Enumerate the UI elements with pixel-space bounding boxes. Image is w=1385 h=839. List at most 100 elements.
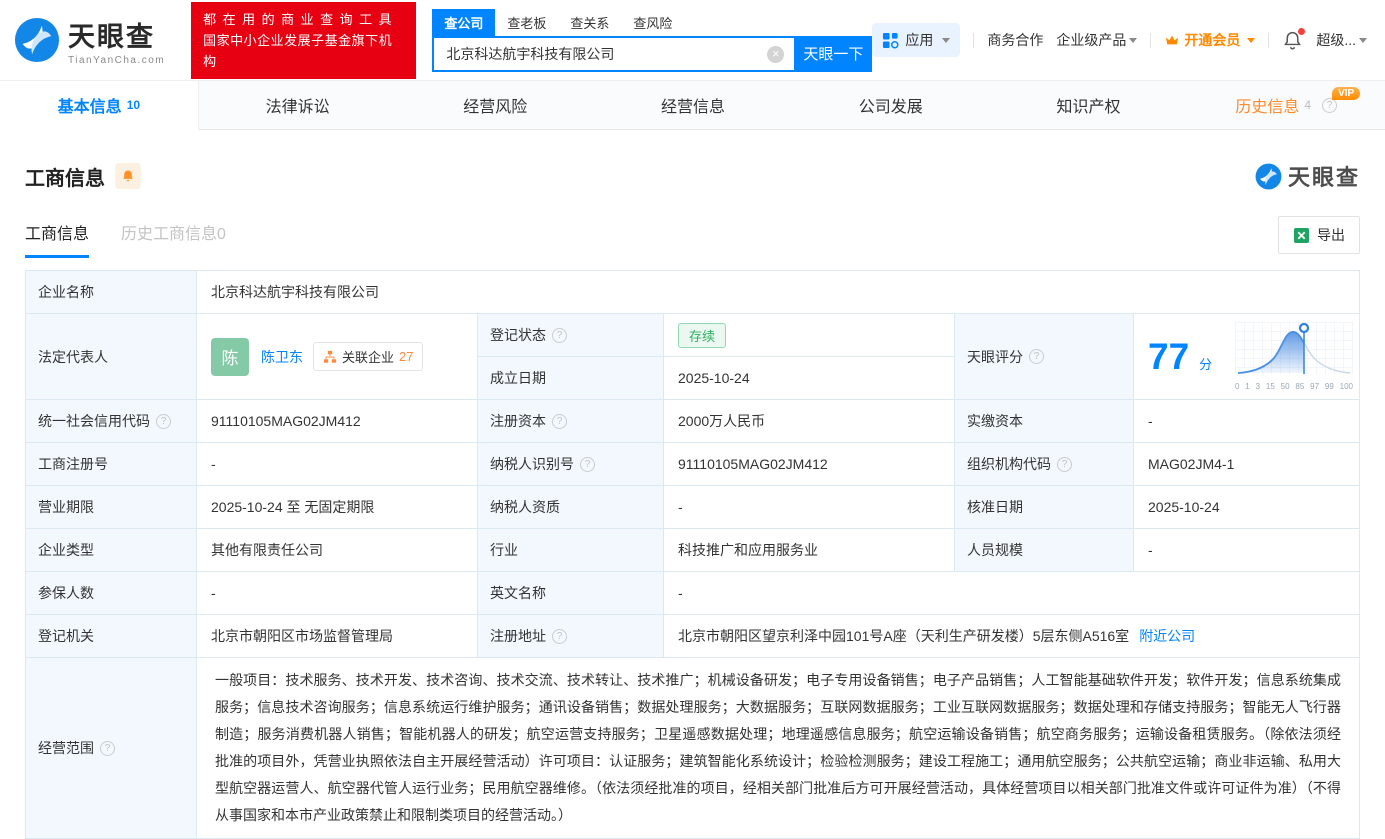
tab-basic-info-label: 基本信息 <box>57 99 122 116</box>
nav-enterprise-label: 企业级产品 <box>1056 32 1127 48</box>
subscribe-bell-button[interactable] <box>115 163 141 189</box>
tab-history-info[interactable]: VIP 历史信息 4 <box>1187 81 1385 129</box>
vip-badge: VIP <box>1332 87 1361 100</box>
tianyancha-logo-icon <box>14 17 60 63</box>
user-menu[interactable]: 超级... <box>1316 30 1367 50</box>
tab-operating-risk[interactable]: 经营风险 <box>396 81 594 129</box>
brand-name: 天眼查 <box>68 21 155 52</box>
field-value-company-name: 北京科达航宇科技有限公司 <box>197 271 1359 313</box>
watermark-text: 天眼查 <box>1287 165 1360 190</box>
field-label-reg-number: 工商注册号 <box>26 443 196 485</box>
search-input[interactable] <box>432 35 795 72</box>
field-label-english-name: 英文名称 <box>478 572 663 614</box>
tab-basic-info-count: 10 <box>126 98 141 112</box>
subtab-history-business-info[interactable]: 历史工商信息0 <box>121 220 226 258</box>
slogan-line2: 国家中小企业发展子基金旗下机构 <box>203 32 393 69</box>
user-menu-label: 超级... <box>1316 32 1356 48</box>
tianyancha-logo[interactable]: 天眼查 TianYanCha.com <box>14 15 165 66</box>
main-content: 工商信息 天眼查 工商信息 历史工商信息0 导出 企业名称 北京科达航宇科技有限… <box>0 160 1385 839</box>
company-tab-bar: 基本信息 10 法律诉讼 经营风险 经营信息 公司发展 知识产权 VIP 历史信… <box>0 80 1385 130</box>
help-icon[interactable] <box>552 413 567 429</box>
top-header: 天眼查 TianYanCha.com 都在用的商业查询工具 国家中小企业发展子基… <box>0 0 1385 80</box>
field-value-reg-status: 存续 <box>664 314 954 356</box>
tab-legal-proceedings[interactable]: 法律诉讼 <box>199 81 397 129</box>
help-icon[interactable] <box>552 327 567 343</box>
slogan-line1: 都在用的商业查询工具 <box>203 11 399 27</box>
tab-legal-proceedings-label: 法律诉讼 <box>265 99 330 116</box>
crown-icon <box>1166 35 1179 45</box>
tab-operating-risk-label: 经营风险 <box>463 99 528 116</box>
brand-domain: TianYanCha.com <box>68 54 166 66</box>
export-button[interactable]: 导出 <box>1278 216 1360 254</box>
notification-bell[interactable] <box>1282 27 1306 51</box>
tab-operating-info[interactable]: 经营信息 <box>594 81 792 129</box>
help-icon[interactable] <box>552 628 567 644</box>
app-grid-icon <box>883 32 899 49</box>
field-label-org-code: 组织机构代码 <box>955 443 1133 485</box>
tab-company-development[interactable]: 公司发展 <box>792 81 990 129</box>
divider <box>973 32 975 48</box>
nav-cooperation[interactable]: 商务合作 <box>987 30 1043 50</box>
field-label-staff-size: 人员规模 <box>955 529 1133 571</box>
field-label-legal-rep: 法定代表人 <box>26 314 196 399</box>
tab-company-development-label: 公司发展 <box>858 99 923 116</box>
field-label-est-date: 成立日期 <box>478 357 663 399</box>
chevron-down-icon <box>1359 37 1367 43</box>
search-tab-boss[interactable]: 查老板 <box>495 9 558 36</box>
tab-basic-info[interactable]: 基本信息 10 <box>0 81 199 130</box>
help-icon[interactable] <box>100 740 115 756</box>
help-icon[interactable] <box>580 456 595 472</box>
help-icon[interactable] <box>1029 349 1044 364</box>
related-companies-label: 关联企业 <box>342 350 395 365</box>
legal-rep-avatar[interactable]: 陈 <box>211 337 249 376</box>
field-value-credit-code: 91110105MAG02JM412 <box>197 400 477 442</box>
field-value-business-scope: 一般项目：技术服务、技术开发、技术咨询、技术交流、技术转让、技术推广；机械设备研… <box>197 658 1359 838</box>
field-value-reg-authority: 北京市朝阳区市场监督管理局 <box>197 615 477 657</box>
related-companies-badge[interactable]: 关联企业 27 <box>313 342 424 371</box>
nav-open-vip[interactable]: 开通会员 <box>1164 30 1256 50</box>
field-label-reg-address: 注册地址 <box>478 615 663 657</box>
field-label-business-term: 营业期限 <box>26 486 196 528</box>
search-tab-company[interactable]: 查公司 <box>432 8 496 36</box>
field-label-credit-code: 统一社会信用代码 <box>26 400 196 442</box>
field-value-paid-capital: - <box>1134 400 1359 442</box>
notification-dot <box>1298 27 1306 35</box>
apps-menu[interactable]: 应用 <box>872 23 961 57</box>
section-title: 工商信息 <box>25 167 105 190</box>
related-companies-count: 27 <box>399 349 414 364</box>
search-tab-relation[interactable]: 查关系 <box>558 9 621 36</box>
field-value-legal-rep: 陈 陈卫东 关联企业 27 <box>197 314 477 399</box>
tab-history-info-label: 历史信息 <box>1235 99 1300 116</box>
help-icon[interactable] <box>1057 456 1072 472</box>
nearby-companies-link[interactable]: 附近公司 <box>1139 626 1195 646</box>
score-unit: 分 <box>1199 357 1213 372</box>
field-label-tianyan-score: 天眼评分 <box>955 314 1133 399</box>
field-label-paid-capital: 实缴资本 <box>955 400 1133 442</box>
field-value-staff-size: - <box>1134 529 1359 571</box>
score-value: 77 <box>1148 336 1190 377</box>
score-axis-labels: 0 1 3 15 50 85 97 99 100 <box>1235 382 1353 391</box>
field-label-company-type: 企业类型 <box>26 529 196 571</box>
chevron-down-icon <box>1247 37 1256 43</box>
tab-intellectual-property[interactable]: 知识产权 <box>990 81 1188 129</box>
chevron-down-icon <box>1129 37 1138 43</box>
search-tab-risk[interactable]: 查风险 <box>621 9 684 36</box>
help-icon[interactable] <box>156 413 171 429</box>
field-label-insured-count: 参保人数 <box>26 572 196 614</box>
nav-enterprise[interactable]: 企业级产品 <box>1056 30 1138 50</box>
subtab-business-info[interactable]: 工商信息 <box>25 220 90 258</box>
field-label-reg-authority: 登记机关 <box>26 615 196 657</box>
status-badge: 存续 <box>678 322 727 348</box>
legal-rep-link[interactable]: 陈卫东 <box>261 347 303 367</box>
chevron-down-icon <box>942 37 951 43</box>
search-button[interactable]: 天眼一下 <box>794 35 873 72</box>
top-nav: 应用 商务合作 企业级产品 开通会员 超级... <box>872 23 1367 57</box>
field-value-taxpayer-quality: - <box>664 486 954 528</box>
field-value-taxpayer-id: 91110105MAG02JM412 <box>664 443 954 485</box>
excel-icon <box>1293 227 1310 243</box>
org-chart-icon <box>323 350 337 363</box>
clear-icon[interactable]: × <box>767 45 785 63</box>
field-label-taxpayer-quality: 纳税人资质 <box>478 486 663 528</box>
bell-icon <box>123 170 133 182</box>
field-label-taxpayer-id: 纳税人识别号 <box>478 443 663 485</box>
